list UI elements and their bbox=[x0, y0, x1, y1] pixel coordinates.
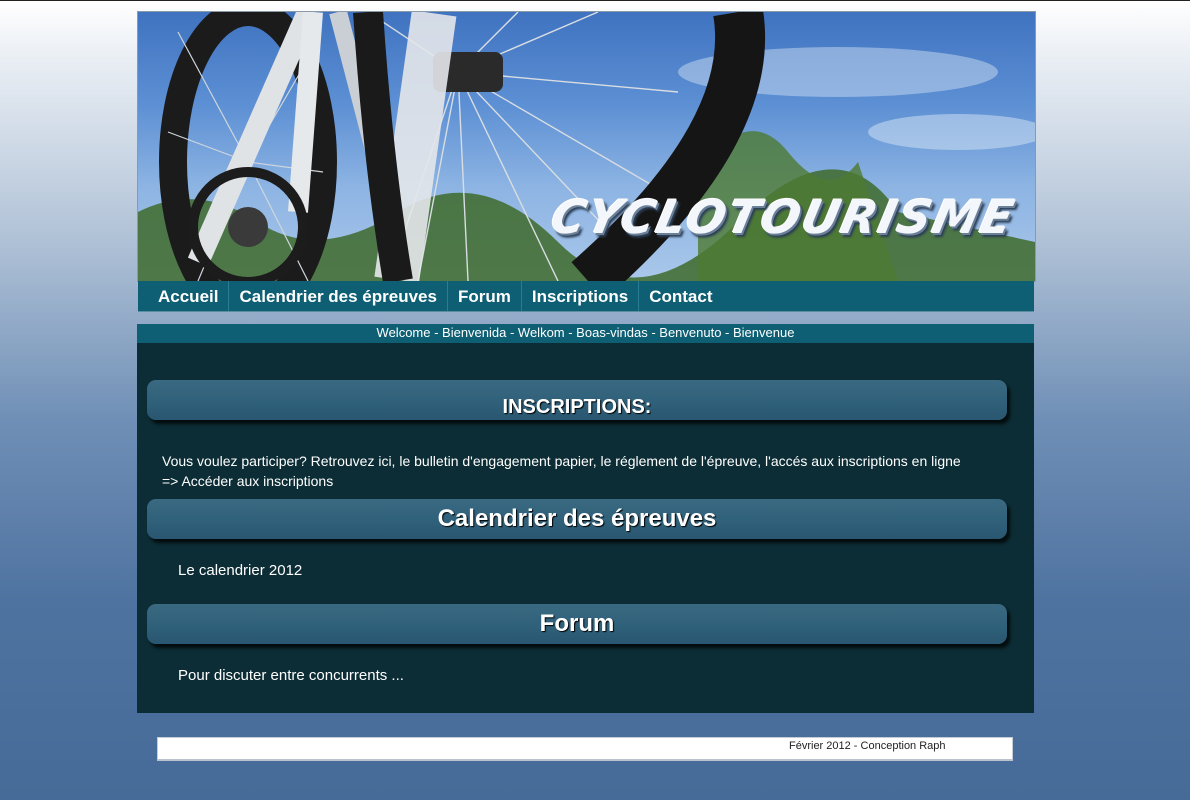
nav-item-inscriptions[interactable]: Inscriptions bbox=[522, 281, 640, 311]
main-content: INSCRIPTIONS: Vous voulez participer? Re… bbox=[137, 343, 1034, 713]
inscriptions-text-block: Vous voulez participer? Retrouvez ici, l… bbox=[162, 451, 961, 491]
header-banner: CYCLOTOURISME bbox=[137, 11, 1036, 282]
footer: Février 2012 - Conception Raph bbox=[157, 737, 1013, 761]
inscriptions-heading: INSCRIPTIONS: bbox=[147, 380, 1007, 420]
forum-heading: Forum bbox=[147, 604, 1007, 644]
welcome-bar: Welcome - Bienvenida - Welkom - Boas-vin… bbox=[137, 324, 1034, 343]
nav-item-forum[interactable]: Forum bbox=[448, 281, 522, 311]
inscriptions-link[interactable]: => Accéder aux inscriptions bbox=[162, 471, 961, 491]
calendrier-heading: Calendrier des épreuves bbox=[147, 499, 1007, 539]
nav-item-calendrier[interactable]: Calendrier des épreuves bbox=[229, 281, 448, 311]
top-border-line bbox=[0, 0, 1190, 1]
nav-item-accueil[interactable]: Accueil bbox=[148, 281, 230, 311]
main-nav: Accueil Calendrier des épreuves Forum In… bbox=[138, 281, 1034, 312]
inscriptions-description: Vous voulez participer? Retrouvez ici, l… bbox=[162, 453, 961, 469]
forum-link[interactable]: Pour discuter entre concurrents ... bbox=[178, 667, 404, 684]
footer-credits: Février 2012 - Conception Raph bbox=[789, 740, 946, 752]
calendrier-link[interactable]: Le calendrier 2012 bbox=[178, 562, 302, 579]
nav-item-contact[interactable]: Contact bbox=[639, 281, 722, 311]
site-logo-title: CYCLOTOURISME bbox=[546, 190, 1021, 244]
